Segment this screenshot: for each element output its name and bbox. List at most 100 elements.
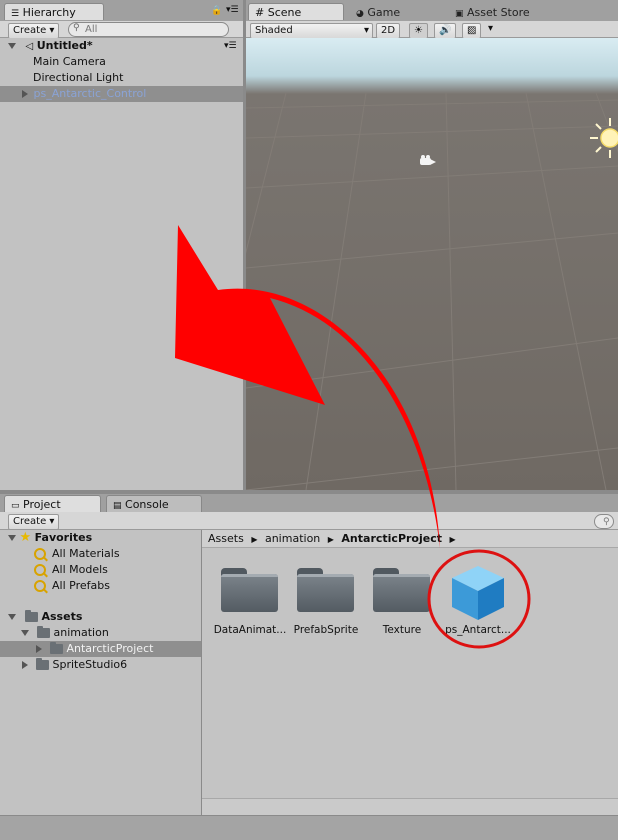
favorite-label: All Prefabs xyxy=(52,579,110,592)
scene-name: Untitled* xyxy=(36,39,93,52)
unity-logo-icon: ◁ xyxy=(25,41,34,52)
asset-item-folder[interactable]: DataAnimat... xyxy=(212,556,288,641)
breadcrumb-item[interactable]: animation xyxy=(265,532,320,545)
chevron-down-icon: ▾ xyxy=(363,25,369,36)
tab-game-label: Game xyxy=(367,6,401,19)
chevron-down-icon[interactable]: ▾ xyxy=(488,23,493,34)
project-create-button[interactable]: Create ▾ xyxy=(8,514,60,530)
hierarchy-create-button[interactable]: Create ▾ xyxy=(8,23,60,39)
audio-toggle[interactable]: 🔊 xyxy=(434,23,457,39)
favorite-label: All Materials xyxy=(52,547,120,560)
tree-item-spritestudio6[interactable]: SpriteStudio6 xyxy=(0,657,201,673)
image-icon: ▨ xyxy=(467,25,477,36)
assets-label: Assets xyxy=(41,610,83,623)
project-toolbar: Create ▾ ⚲ xyxy=(0,512,618,530)
hierarchy-search-input[interactable]: All xyxy=(68,22,229,37)
tab-hierarchy[interactable]: ☰ Hierarchy xyxy=(4,3,104,20)
favorite-item[interactable]: All Prefabs xyxy=(0,578,201,594)
mode-2d-label: 2D xyxy=(381,25,396,36)
scene-row[interactable]: ◁ Untitled* ▾☰ xyxy=(0,38,243,54)
tab-game[interactable]: ◕ Game xyxy=(349,3,445,20)
shading-mode-label: Shaded xyxy=(255,25,293,36)
favorite-item[interactable]: All Materials xyxy=(0,546,201,562)
hierarchy-item-label: Main Camera xyxy=(33,55,106,68)
scene-viewport[interactable] xyxy=(246,38,618,490)
list-icon: ☰ xyxy=(11,9,20,19)
asset-zoom-bar xyxy=(202,798,618,816)
breadcrumb-separator-icon: ▶ xyxy=(449,535,456,544)
hierarchy-item-label: ps_Antarctic_Control xyxy=(33,87,147,100)
folder-icon xyxy=(221,568,278,612)
pacman-icon: ◕ xyxy=(356,9,364,19)
tree-item-antarcticproject[interactable]: AntarcticProject xyxy=(0,641,201,657)
hierarchy-item[interactable]: ps_Antarctic_Control xyxy=(0,86,243,102)
tab-scene[interactable]: # Scene xyxy=(248,3,344,20)
light-gizmo-icon[interactable] xyxy=(590,118,618,158)
favorites-row[interactable]: ★ Favorites xyxy=(0,530,201,546)
create-label: Create xyxy=(13,25,47,36)
expand-arrow-icon[interactable] xyxy=(22,90,28,98)
tab-console[interactable]: ▤ Console xyxy=(106,495,202,512)
hierarchy-item[interactable]: Directional Light xyxy=(0,70,243,86)
breadcrumb-separator-icon: ▶ xyxy=(251,535,258,544)
hierarchy-tabbar: ☰ Hierarchy 🔒 ▾☰ xyxy=(0,0,243,22)
search-icon xyxy=(34,548,46,560)
project-search-input[interactable]: ⚲ xyxy=(594,514,614,529)
scene-menu-icon[interactable]: ▾☰ xyxy=(224,38,237,54)
console-icon: ▤ xyxy=(113,501,122,511)
prefab-cube-icon xyxy=(452,566,504,620)
folder-icon xyxy=(36,626,50,638)
breadcrumb-item-current[interactable]: AntarcticProject xyxy=(341,532,442,545)
breadcrumb-item[interactable]: Assets xyxy=(208,532,244,545)
tab-asset-store[interactable]: ▣ Asset Store xyxy=(448,3,558,20)
expand-arrow-icon[interactable] xyxy=(36,645,42,653)
folder-icon xyxy=(297,568,354,612)
expand-arrow-icon[interactable] xyxy=(21,630,29,636)
asset-label: Texture xyxy=(382,624,422,636)
camera-gizmo-icon[interactable] xyxy=(420,155,438,167)
asset-label: DataAnimat... xyxy=(213,624,287,636)
expand-arrow-icon[interactable] xyxy=(8,535,16,541)
create-label: Create xyxy=(13,516,47,527)
asset-grid: DataAnimat... PrefabSprite Texture ps_An… xyxy=(202,548,618,798)
grid-icon: # xyxy=(255,6,265,19)
expand-arrow-icon[interactable] xyxy=(22,661,28,669)
favorite-item[interactable]: All Models xyxy=(0,562,201,578)
breadcrumb-separator-icon: ▶ xyxy=(327,535,334,544)
panel-menu-icon[interactable]: ▾☰ xyxy=(226,5,239,15)
lighting-toggle[interactable]: ☀ xyxy=(409,23,428,39)
folder-icon xyxy=(49,642,63,654)
hierarchy-item[interactable]: Main Camera xyxy=(0,54,243,70)
tree-item-animation[interactable]: animation xyxy=(0,625,201,641)
asset-item-folder[interactable]: PrefabSprite xyxy=(288,556,364,641)
scene-tabbar: # Scene ◕ Game ▣ Asset Store xyxy=(246,0,618,22)
assets-row[interactable]: Assets xyxy=(0,609,201,625)
asset-label: PrefabSprite xyxy=(293,624,359,636)
folder-icon xyxy=(35,658,49,670)
folder-icon: ▭ xyxy=(11,501,20,511)
mode-2d-button[interactable]: 2D xyxy=(376,23,401,39)
search-icon xyxy=(34,580,46,592)
lock-icon[interactable]: 🔒 xyxy=(211,6,222,16)
favorite-label: All Models xyxy=(52,563,108,576)
scene-toolbar: Shaded ▾ 2D ☀ 🔊 ▨ ▾ xyxy=(246,21,618,39)
expand-arrow-icon[interactable] xyxy=(8,43,16,49)
effects-dropdown[interactable]: ▨ xyxy=(462,23,482,39)
folder-icon xyxy=(373,568,430,612)
project-tabbar: ▭ Project ▤ Console xyxy=(0,494,618,513)
asset-item-folder[interactable]: Texture xyxy=(364,556,440,641)
tab-asset-store-label: Asset Store xyxy=(467,6,530,19)
tab-project[interactable]: ▭ Project xyxy=(4,495,101,512)
search-placeholder: All xyxy=(85,24,98,35)
scene-grid xyxy=(246,92,618,490)
tab-project-label: Project xyxy=(23,498,61,511)
tab-scene-label: Scene xyxy=(267,6,302,19)
shading-mode-dropdown[interactable]: Shaded ▾ xyxy=(250,23,373,39)
search-icon xyxy=(34,564,46,576)
status-bar xyxy=(0,815,618,840)
expand-arrow-icon[interactable] xyxy=(8,614,16,620)
store-icon: ▣ xyxy=(455,9,464,19)
tab-hierarchy-label: Hierarchy xyxy=(22,6,76,19)
asset-item-prefab[interactable]: ps_Antarct... xyxy=(440,556,516,641)
project-tree: ★ Favorites All Materials All Models All… xyxy=(0,530,201,815)
